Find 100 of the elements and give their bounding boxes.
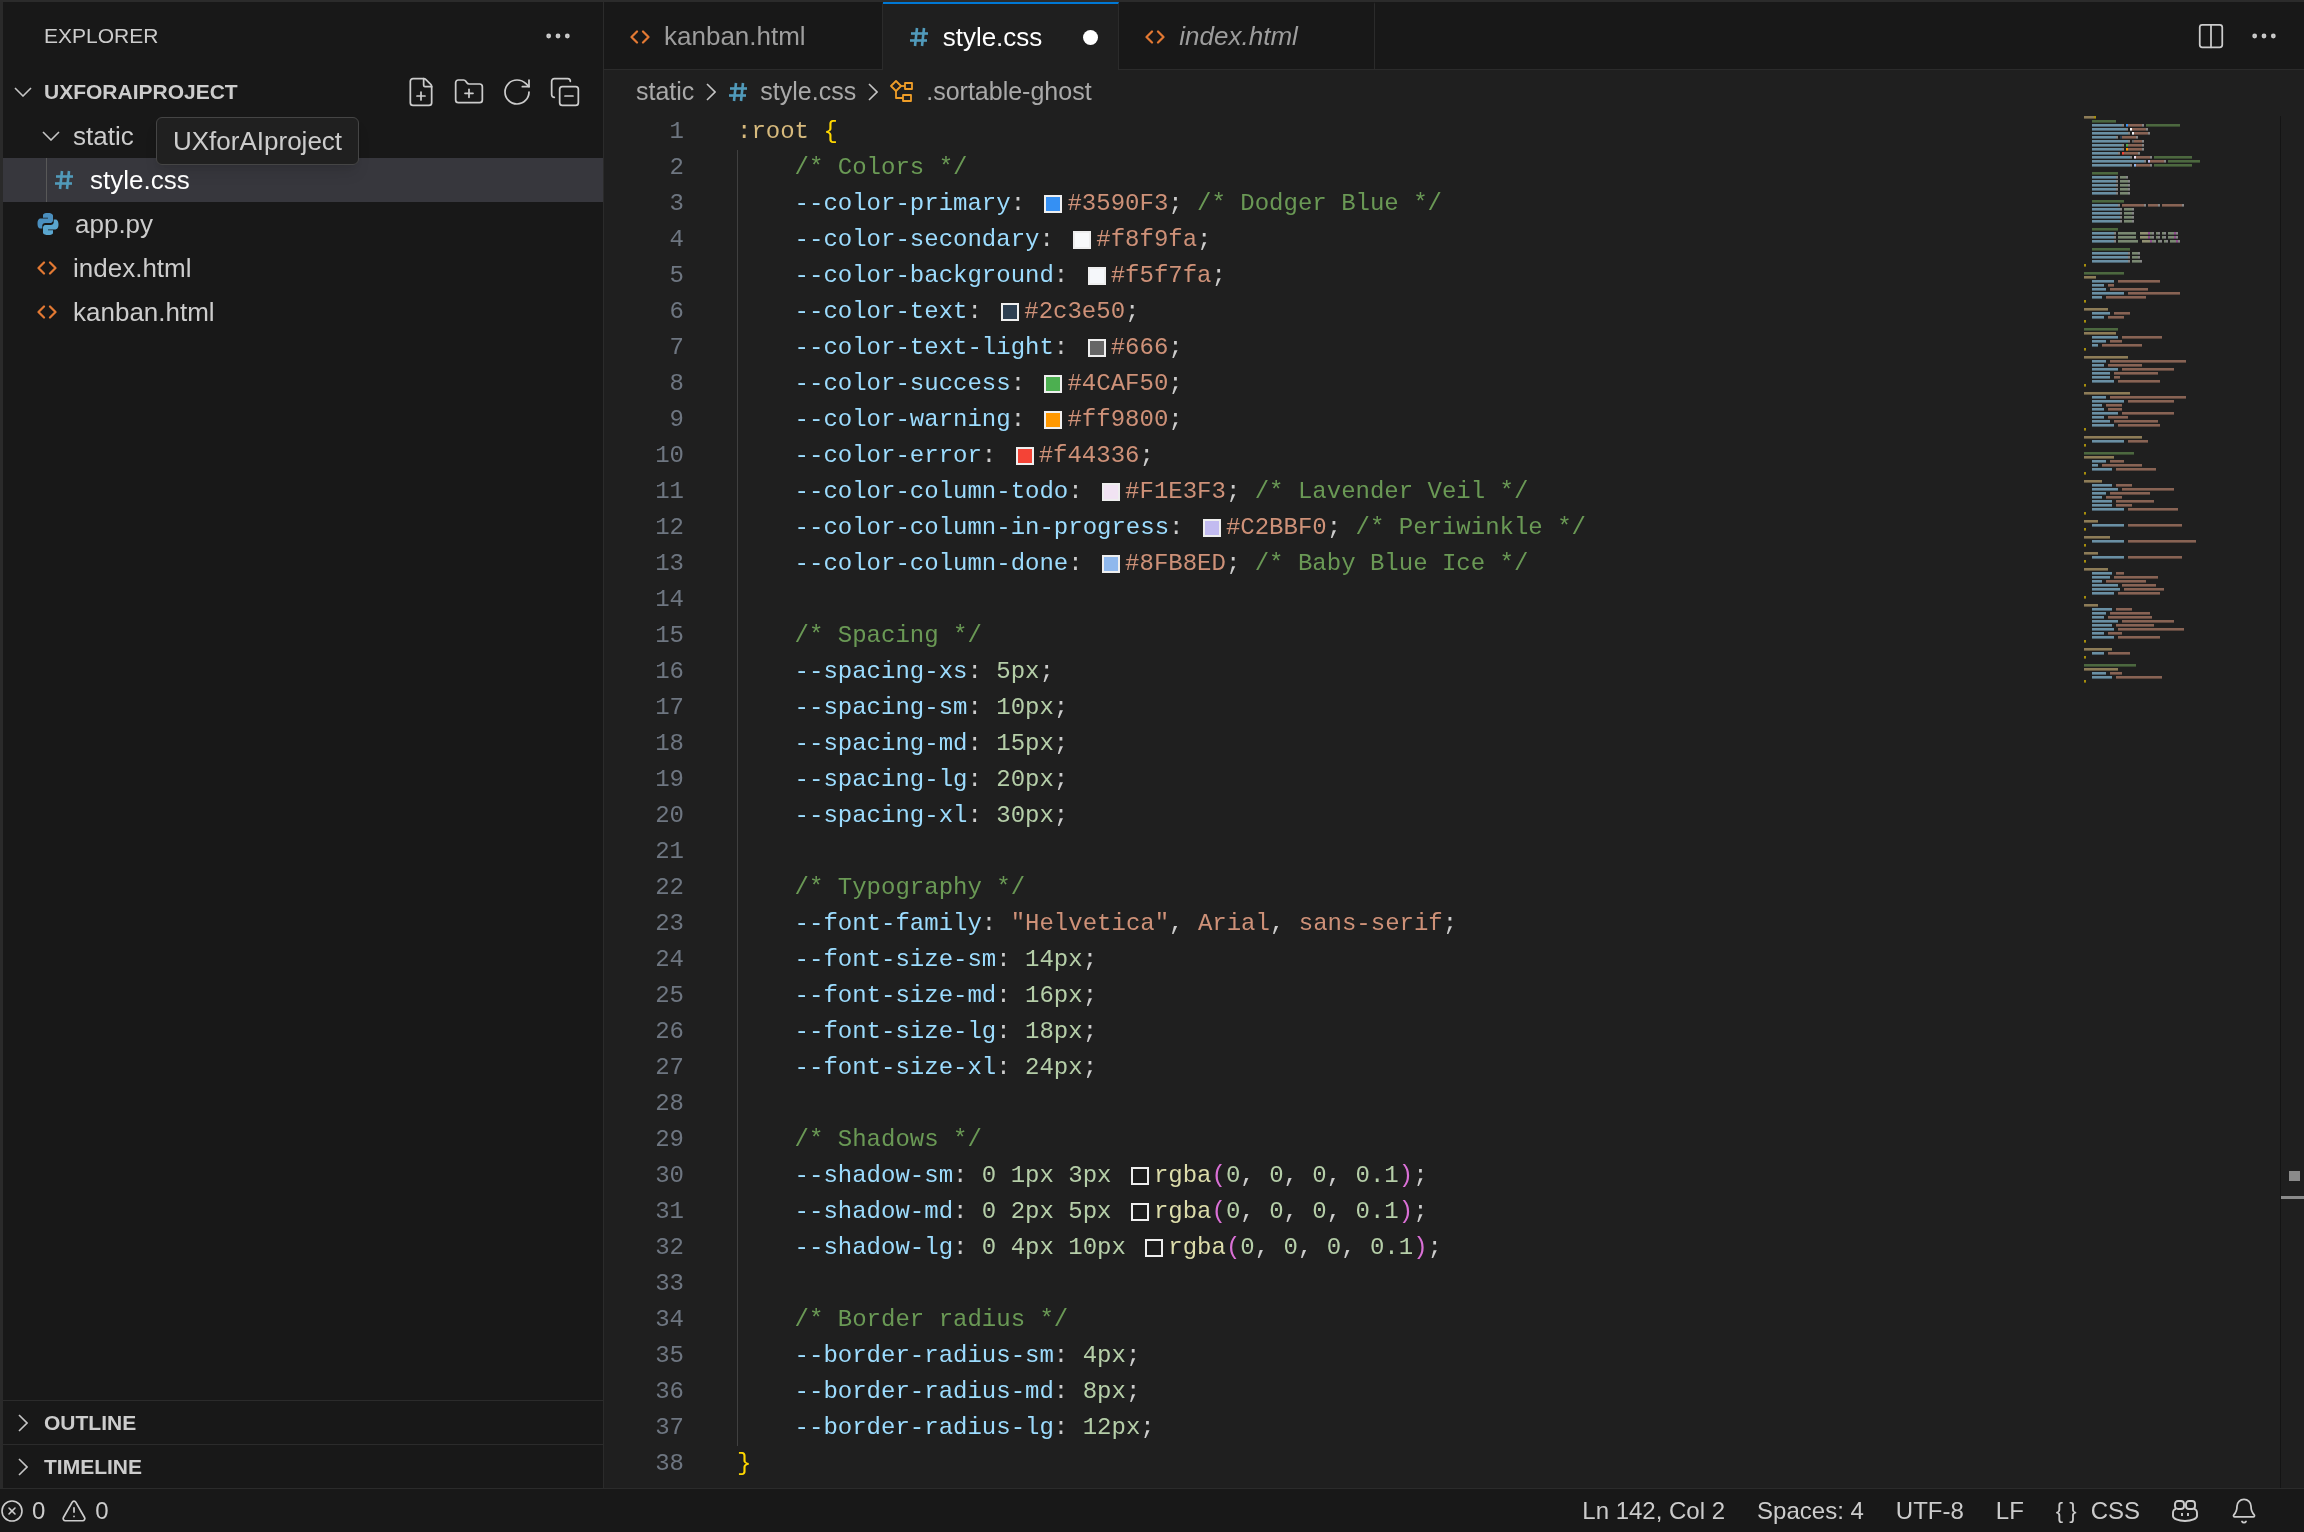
color-swatch-icon[interactable] [1015,447,1034,465]
refresh-icon[interactable] [501,76,533,108]
code-text: --border-radius-lg: 12px; [794,1413,1155,1443]
code-text: --color-secondary: [794,225,1055,255]
code-text: #666; [1110,333,1183,363]
warning-icon [61,1497,88,1524]
code-text: /* Colors */ [794,153,968,183]
code-text: #4CAF50; [1067,369,1183,399]
file-item[interactable]: app.py [3,202,162,246]
color-swatch-icon[interactable] [1102,483,1121,501]
line-number: 36 [655,1377,684,1407]
color-swatch-icon[interactable] [1145,1239,1164,1257]
line-number: 4 [669,225,684,255]
code-text: --spacing-xs: 5px; [794,657,1054,687]
robot-face-icon [2172,1499,2198,1522]
color-swatch-icon[interactable] [1102,555,1121,573]
code-text: #F1E3F3; /* Lavender Veil */ [1125,477,1529,507]
tooltip: UXforAIproject [156,117,360,165]
color-swatch-icon[interactable] [1087,267,1106,285]
folder-item[interactable]: static [3,114,142,158]
line-number: 22 [655,873,684,903]
code-text: --spacing-md: 15px; [794,729,1069,759]
file-item[interactable]: index.html [3,246,200,290]
color-swatch-icon[interactable] [1044,195,1063,213]
code-text: --spacing-lg: 20px; [794,765,1069,795]
code-text: /* Typography */ [794,873,1026,903]
chevron-right-icon [868,83,879,101]
color-swatch-icon[interactable] [1073,231,1092,249]
project-header[interactable]: UXFORAIPROJECT [3,70,405,114]
color-swatch-icon[interactable] [1130,1167,1149,1185]
file-item[interactable]: kanban.html [3,290,223,334]
color-swatch-icon[interactable] [1044,411,1063,429]
line-number: 23 [655,909,684,939]
code-text: #3590F3; /* Dodger Blue */ [1067,189,1442,219]
line-number: 24 [655,945,684,975]
editor-tab[interactable]: kanban.html [604,2,883,70]
assistant-status-button[interactable] [2172,1499,2198,1522]
file-item[interactable]: style.css [3,158,603,202]
code-text: --color-text-light: [794,333,1070,363]
code-text: --font-family: "Helvetica", Arial, sans-serif; [794,909,1458,939]
sidebar-title: EXPLORER [44,23,159,50]
color-swatch-icon[interactable] [1202,519,1221,537]
line-number: 7 [669,333,684,363]
line-number: 38 [655,1449,684,1479]
line-number: 18 [655,729,684,759]
code-text: --color-background: [794,261,1070,291]
problems-status[interactable]: 0 0 [0,1489,119,1532]
code-text: --color-column-done: [794,549,1084,579]
editor-tab[interactable]: index.html [1119,2,1375,70]
chevron-right-icon [706,83,717,101]
code-text: } [737,1449,752,1479]
code-text: --spacing-xl: 30px; [794,801,1069,831]
code-brackets-icon [37,305,57,319]
code-brackets-icon [37,261,57,275]
status-item[interactable]: UTF-8 [1895,1492,1964,1529]
code-text: --color-primary: [794,189,1027,219]
line-number: 25 [655,981,684,1011]
line-number: 11 [655,477,684,507]
color-swatch-icon[interactable] [1001,303,1020,321]
code-text: #ff9800; [1067,405,1183,435]
status-item[interactable]: Ln 142, Col 2 [1582,1492,1726,1529]
code-text: rgba(0, 0, 0, 0.1); [1153,1197,1428,1227]
breadcrumb-item[interactable]: .sortable-ghost [890,73,1092,111]
language-status[interactable]: { } CSS [2055,1492,2140,1529]
code-text: --font-size-xl: 24px; [794,1053,1098,1083]
line-number: 13 [655,549,684,579]
code-text: #8FB8ED; /* Baby Blue Ice */ [1125,549,1529,579]
status-item[interactable]: LF [1995,1492,2024,1529]
line-number: 14 [655,585,684,615]
hash-icon [728,82,749,102]
line-number: 15 [655,621,684,651]
code-text: /* Shadows */ [794,1125,982,1155]
line-number: 34 [655,1305,684,1335]
breadcrumb-item[interactable]: style.css [728,73,857,111]
line-number: 5 [669,261,684,291]
code-text: --color-warning: [794,405,1027,435]
section-header[interactable]: TIMELINE [3,1445,603,1488]
braces-icon: { } [2055,1494,2077,1527]
code-text: #f5f7fa; [1110,261,1226,291]
line-number: 16 [655,657,684,687]
line-number: 10 [655,441,684,471]
line-number: 37 [655,1413,684,1443]
section-header[interactable]: OUTLINE [3,1401,603,1444]
breadcrumb-item[interactable]: static [636,73,695,111]
code-text: --font-size-sm: 14px; [794,945,1098,975]
color-swatch-icon[interactable] [1087,339,1106,357]
line-number: 8 [669,369,684,399]
python-file-icon [37,213,59,235]
collapse-all-icon[interactable] [549,76,581,108]
code-text: --shadow-sm: 0 1px 3px [794,1161,1113,1191]
notifications-icon[interactable] [2230,1496,2258,1525]
line-number: 32 [655,1233,684,1263]
color-swatch-icon[interactable] [1044,375,1063,393]
editor-tab[interactable]: style.css [882,2,1120,70]
line-number: 33 [655,1269,684,1299]
color-swatch-icon[interactable] [1130,1203,1149,1221]
line-number: 12 [655,513,684,543]
line-number: 3 [669,189,684,219]
code-text: --font-size-lg: 18px; [794,1017,1098,1047]
status-item[interactable]: Spaces: 4 [1757,1492,1864,1529]
